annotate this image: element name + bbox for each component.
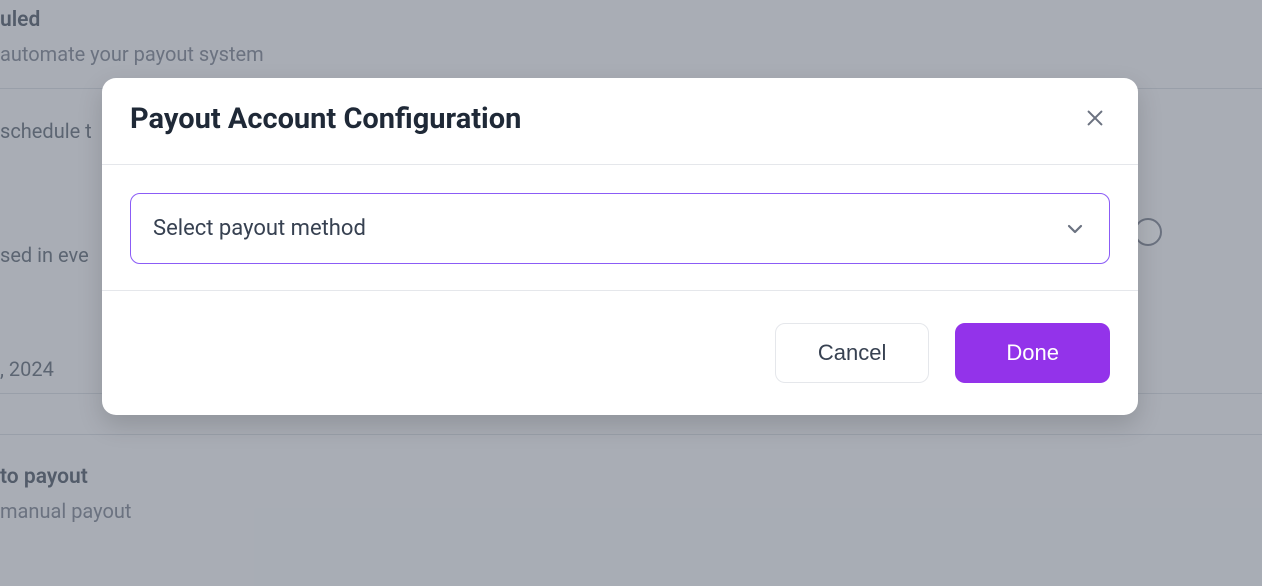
modal-footer: Cancel Done	[102, 291, 1138, 415]
done-button[interactable]: Done	[955, 323, 1110, 383]
modal-title: Payout Account Configuration	[130, 102, 521, 136]
select-placeholder: Select payout method	[153, 216, 366, 241]
close-button[interactable]	[1080, 103, 1110, 136]
cancel-button[interactable]: Cancel	[775, 323, 929, 383]
chevron-down-icon	[1063, 217, 1087, 241]
close-icon	[1084, 107, 1106, 132]
modal-header: Payout Account Configuration	[102, 78, 1138, 165]
payout-config-modal: Payout Account Configuration Select payo…	[102, 78, 1138, 415]
payout-method-select[interactable]: Select payout method	[130, 193, 1110, 264]
modal-body: Select payout method	[102, 165, 1138, 291]
